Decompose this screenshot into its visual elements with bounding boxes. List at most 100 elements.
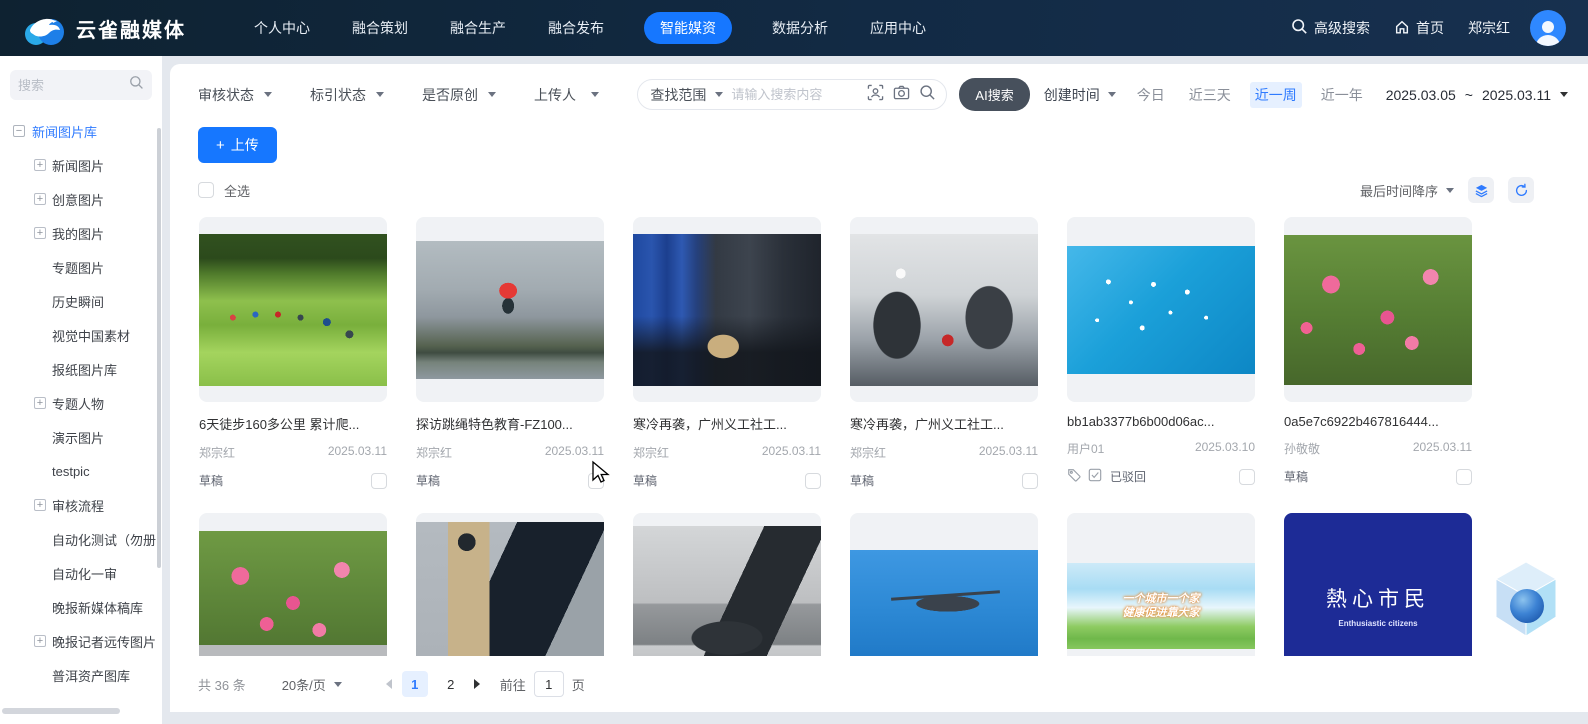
nav-item-publishing[interactable]: 融合发布 [546, 12, 606, 44]
search-icon [1291, 18, 1308, 38]
date-from[interactable]: 2025.03.05 [1386, 87, 1456, 103]
thumbnail[interactable] [1284, 217, 1472, 402]
main-panel: 审核状态 标引状态 是否原创 上传人 查找范围 [170, 64, 1588, 712]
expand-icon[interactable] [34, 193, 46, 205]
asset-card[interactable]: 探访跳绳特色教育-FZ100... 郑宗红2025.03.11 草稿 [416, 217, 604, 489]
asset-title[interactable]: 寒冷再袭，广州义工社工... [633, 414, 821, 433]
tree-item-history-moments[interactable]: 历史瞬间 [0, 284, 162, 318]
asset-date: 2025.03.11 [328, 444, 387, 461]
thumbnail[interactable] [1067, 217, 1255, 402]
upload-button[interactable]: 上传 [198, 127, 277, 163]
tree-item-review-flow[interactable]: 审核流程 [0, 488, 162, 522]
advanced-search-link[interactable]: 高级搜索 [1291, 18, 1370, 38]
search-icon[interactable] [129, 75, 144, 95]
select-all-checkbox[interactable] [198, 182, 214, 198]
nav-item-personal[interactable]: 个人中心 [252, 12, 312, 44]
asset-checkbox[interactable] [1239, 469, 1255, 485]
user-avatar[interactable] [1530, 10, 1566, 46]
range-last-3-days[interactable]: 近三天 [1184, 82, 1236, 108]
create-time-dropdown[interactable]: 创建时间 [1044, 85, 1116, 105]
ai-search-button[interactable]: AI搜索 [959, 78, 1029, 111]
refresh-button[interactable] [1508, 177, 1534, 203]
asset-card[interactable]: 6天徒步160多公里 累计爬... 郑宗红2025.03.11 草稿 [199, 217, 387, 489]
collapse-icon[interactable] [13, 125, 25, 137]
thumbnail-image [1067, 246, 1255, 374]
asset-title[interactable]: 0a5e7c6922b467816444... [1284, 414, 1472, 429]
asset-card[interactable]: bb1ab3377b6b00d06ac... 用户012025.03.10 [1067, 217, 1255, 489]
tree-item-topic-people[interactable]: 专题人物 [0, 386, 162, 420]
tree-item-newspaper-library[interactable]: 报纸图片库 [0, 352, 162, 386]
sort-dropdown[interactable]: 最后时间降序 [1360, 181, 1454, 200]
camera-search-icon[interactable] [893, 84, 910, 106]
layout-layers-button[interactable] [1468, 177, 1494, 203]
tree-item-news-image-library[interactable]: 新闻图片库 [0, 114, 162, 148]
tree-item-testpic[interactable]: testpic [0, 454, 162, 488]
page-number-1[interactable]: 1 [402, 671, 428, 697]
date-range-picker[interactable]: 2025.03.05 ~ 2025.03.11 [1386, 87, 1568, 103]
tree-item-news-images[interactable]: 新闻图片 [0, 148, 162, 182]
prev-page-button[interactable] [386, 679, 392, 689]
sidebar-horizontal-scrollbar[interactable] [2, 708, 120, 714]
expand-icon[interactable] [34, 499, 46, 511]
expand-icon[interactable] [34, 635, 46, 647]
keyword-search-input[interactable] [731, 87, 859, 102]
page-size-dropdown[interactable]: 20条/页 [282, 675, 342, 694]
brand[interactable]: 云雀融媒体 [22, 8, 186, 48]
range-last-week[interactable]: 近一周 [1250, 82, 1302, 108]
asset-card[interactable]: 0a5e7c6922b467816444... 孙敬敬2025.03.11 草稿 [1284, 217, 1472, 489]
asset-checkbox[interactable] [371, 473, 387, 489]
range-last-year[interactable]: 近一年 [1316, 82, 1368, 108]
review-status-dropdown[interactable]: 审核状态 [198, 85, 272, 105]
date-to[interactable]: 2025.03.11 [1482, 87, 1551, 103]
tree-item-topic-images[interactable]: 专题图片 [0, 250, 162, 284]
thumbnail[interactable] [850, 217, 1038, 402]
tree-item-automation-review[interactable]: 自动化一审 [0, 556, 162, 590]
asset-card[interactable]: 寒冷再袭，广州义工社工... 郑宗红2025.03.11 草稿 [850, 217, 1038, 489]
username[interactable]: 郑宗红 [1468, 18, 1510, 38]
search-scope-dropdown[interactable]: 查找范围 [650, 85, 723, 105]
tree-item-creative-images[interactable]: 创意图片 [0, 182, 162, 216]
tagging-status-dropdown[interactable]: 标引状态 [310, 85, 384, 105]
range-today[interactable]: 今日 [1132, 82, 1170, 108]
asset-card[interactable]: 寒冷再袭，广州义工社工... 郑宗红2025.03.11 草稿 [633, 217, 821, 489]
thumbnail[interactable] [416, 217, 604, 402]
thumbnail[interactable] [199, 217, 387, 402]
expand-icon[interactable] [34, 227, 46, 239]
nav-item-analytics[interactable]: 数据分析 [770, 12, 830, 44]
page-number-2[interactable]: 2 [438, 671, 464, 697]
original-dropdown[interactable]: 是否原创 [422, 85, 496, 105]
home-link[interactable]: 首页 [1394, 18, 1444, 38]
sidebar-vertical-scrollbar[interactable] [157, 128, 161, 568]
tree-item-puer-assets[interactable]: 普洱资产图库 [0, 658, 162, 692]
asset-title[interactable]: 6天徒步160多公里 累计爬... [199, 414, 387, 433]
search-icon[interactable] [919, 84, 936, 106]
tree-item-my-images[interactable]: 我的图片 [0, 216, 162, 250]
expand-icon[interactable] [34, 397, 46, 409]
asset-title[interactable]: 探访跳绳特色教育-FZ100... [416, 414, 604, 433]
chevron-down-icon [715, 92, 723, 97]
uploader-dropdown[interactable]: 上传人 [534, 85, 599, 105]
nav-item-apps[interactable]: 应用中心 [868, 12, 928, 44]
asset-date: 2025.03.11 [545, 444, 604, 461]
tree-item-vcg-material[interactable]: 视觉中国素材 [0, 318, 162, 352]
asset-title[interactable]: 寒冷再袭，广州义工社工... [850, 414, 1038, 433]
goto-page-input[interactable] [534, 671, 564, 697]
asset-title[interactable]: bb1ab3377b6b00d06ac... [1067, 414, 1255, 429]
tree-item-demo-images[interactable]: 演示图片 [0, 420, 162, 454]
sidebar-search-input[interactable] [18, 78, 129, 93]
face-search-icon[interactable] [867, 84, 884, 106]
expand-icon[interactable] [34, 159, 46, 171]
nav-item-production[interactable]: 融合生产 [448, 12, 508, 44]
tree-item-evening-reporter[interactable]: 晚报记者远传图片 [0, 624, 162, 658]
cube-3d-widget[interactable] [1490, 554, 1562, 655]
next-page-button[interactable] [474, 679, 480, 689]
tree-item-evening-newmedia[interactable]: 晚报新媒体稿库 [0, 590, 162, 624]
asset-checkbox[interactable] [1022, 473, 1038, 489]
nav-item-smart-media[interactable]: 智能媒资 [644, 12, 732, 44]
asset-checkbox[interactable] [588, 473, 604, 489]
thumbnail[interactable] [633, 217, 821, 402]
asset-checkbox[interactable] [1456, 469, 1472, 485]
nav-item-planning[interactable]: 融合策划 [350, 12, 410, 44]
tree-item-automation-test[interactable]: 自动化测试（勿册 [0, 522, 162, 556]
asset-checkbox[interactable] [805, 473, 821, 489]
